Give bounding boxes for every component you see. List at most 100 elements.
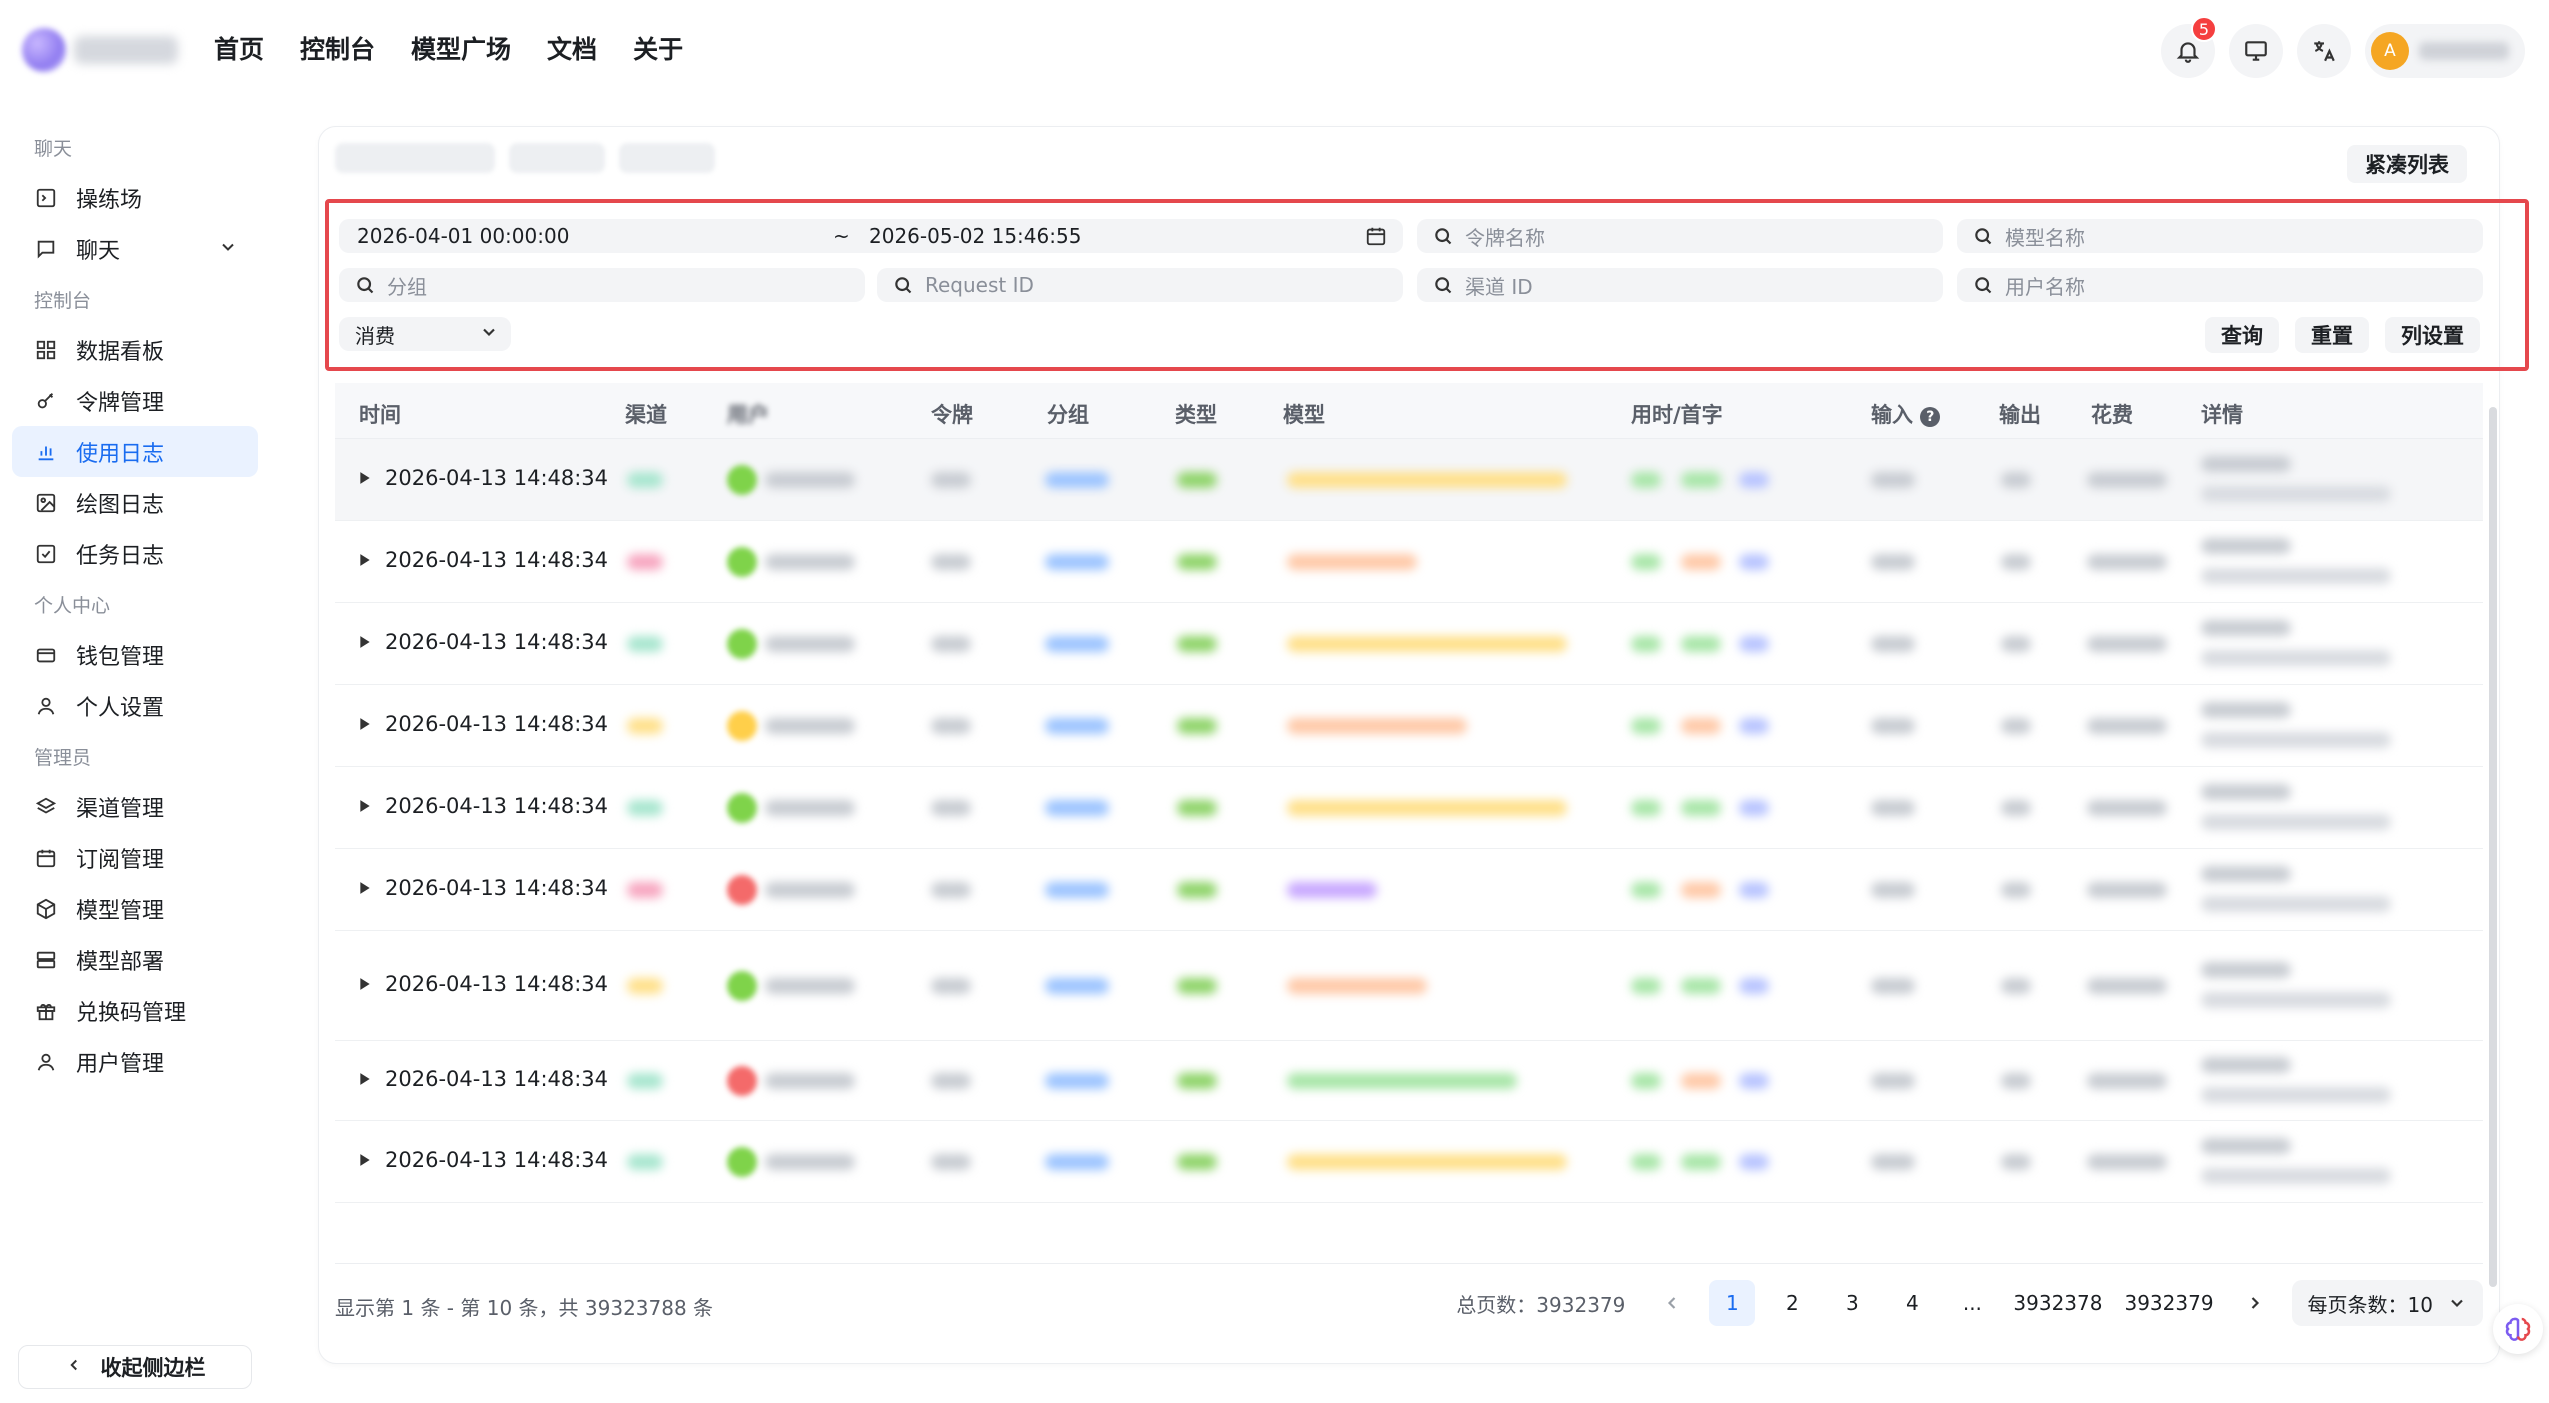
sidebar-item-tokens[interactable]: 令牌管理 [12,375,258,426]
table-row[interactable]: 2026-04-13 14:48:34 [335,767,2483,849]
table-row[interactable]: 2026-04-13 14:48:34 [335,1121,2483,1203]
log-type-select[interactable]: 消费 [339,317,511,351]
date-range-picker[interactable]: 2026-04-01 00:00:00 ~ 2026-05-02 15:46:5… [339,219,1403,253]
sidebar-item-drawing-logs[interactable]: 绘图日志 [12,477,258,528]
help-icon[interactable]: ? [1920,407,1941,427]
table-row[interactable]: 2026-04-13 14:48:34 [335,685,2483,767]
page-ellipsis[interactable]: ... [1949,1280,1995,1326]
channel-id-input[interactable]: 渠道 ID [1417,268,1943,302]
expand-icon[interactable] [359,881,371,895]
col-duration[interactable]: 用时/首字 [1631,399,1723,429]
table-scrollbar[interactable] [2489,407,2497,1287]
query-button[interactable]: 查询 [2205,317,2279,353]
blurred-cell-value [1631,718,1661,734]
calendar-icon[interactable] [1365,225,1387,252]
col-cost[interactable]: 花费 [2091,399,2133,429]
col-group[interactable]: 分组 [1047,399,1089,429]
col-channel[interactable]: 渠道 [625,399,667,429]
group-input[interactable]: 分组 [339,268,865,302]
table-row[interactable]: 2026-04-13 14:48:34 [335,603,2483,685]
blurred-cell-value [931,800,971,816]
user-menu[interactable]: A [2365,24,2525,78]
expand-icon[interactable] [359,1072,371,1086]
stat-tag-blurred [509,143,605,173]
blurred-cell-value [2201,784,2291,800]
table-row[interactable]: 2026-04-13 14:48:34 [335,439,2483,521]
nav-home[interactable]: 首页 [214,30,264,66]
page-2[interactable]: 2 [1769,1280,1815,1326]
col-token[interactable]: 令牌 [931,399,973,429]
page-size-select[interactable]: 每页条数：10 [2291,1280,2483,1326]
sidebar-item-redeem-codes[interactable]: 兑换码管理 [12,985,258,1036]
table-row[interactable]: 2026-04-13 14:48:34 [335,521,2483,603]
page-1[interactable]: 1 [1709,1280,1756,1326]
row-time[interactable]: 2026-04-13 14:48:34 [359,712,608,736]
page-last[interactable]: 3932379 [2120,1280,2217,1326]
request-id-input[interactable]: Request ID [877,268,1403,302]
col-model[interactable]: 模型 [1283,399,1325,429]
sidebar-item-models[interactable]: 模型管理 [12,883,258,934]
row-time[interactable]: 2026-04-13 14:48:34 [359,876,608,900]
expand-icon[interactable] [359,977,371,991]
expand-icon[interactable] [359,1153,371,1167]
expand-icon[interactable] [359,471,371,485]
page-4[interactable]: 4 [1889,1280,1935,1326]
sidebar-section-chat: 聊天 [34,137,73,160]
row-time[interactable]: 2026-04-13 14:48:34 [359,972,608,996]
expand-icon[interactable] [359,799,371,813]
nav-model-square[interactable]: 模型广场 [411,30,511,66]
model-name-input[interactable]: 模型名称 [1957,219,2483,253]
expand-icon[interactable] [359,635,371,649]
sidebar-item-label: 兑换码管理 [76,1000,187,1026]
collapse-sidebar-button[interactable]: 收起侧边栏 [18,1345,252,1389]
username-input[interactable]: 用户名称 [1957,268,2483,302]
row-time[interactable]: 2026-04-13 14:48:34 [359,630,608,654]
nav-docs[interactable]: 文档 [547,30,597,66]
row-time[interactable]: 2026-04-13 14:48:34 [359,548,608,572]
page-3[interactable]: 3 [1829,1280,1875,1326]
expand-icon[interactable] [359,717,371,731]
blurred-cell-value [1631,978,1661,994]
page-second-last[interactable]: 3932378 [2009,1280,2106,1326]
compact-list-toggle[interactable]: 紧凑列表 [2347,145,2467,183]
sidebar-item-channels[interactable]: 渠道管理 [12,781,258,832]
reset-button[interactable]: 重置 [2295,317,2369,353]
blurred-cell-value [1739,978,1769,994]
col-input[interactable]: 输入 ? [1871,399,1941,429]
col-type[interactable]: 类型 [1175,399,1217,429]
sidebar-item-task-logs[interactable]: 任务日志 [12,528,258,579]
row-time[interactable]: 2026-04-13 14:48:34 [359,794,608,818]
nav-console[interactable]: 控制台 [300,30,375,66]
sidebar-item-playground[interactable]: 操练场 [12,172,258,223]
row-time[interactable]: 2026-04-13 14:48:34 [359,1067,608,1091]
expand-icon[interactable] [359,553,371,567]
chevron-down-icon[interactable] [218,237,238,263]
nav-about[interactable]: 关于 [633,30,683,66]
row-time[interactable]: 2026-04-13 14:48:34 [359,466,608,490]
table-row[interactable]: 2026-04-13 14:48:34 [335,849,2483,931]
sidebar-item-model-deploy[interactable]: 模型部署 [12,934,258,985]
col-details[interactable]: 详情 [2201,399,2243,429]
sidebar-item-personal-settings[interactable]: 个人设置 [12,680,258,731]
ai-assistant-button[interactable] [2493,1304,2543,1354]
next-page-button[interactable] [2232,1280,2278,1326]
row-time[interactable]: 2026-04-13 14:48:34 [359,1148,608,1172]
table-row[interactable]: 2026-04-13 14:48:34 [335,1041,2483,1121]
column-settings-button[interactable]: 列设置 [2385,317,2480,353]
sidebar-item-subscriptions[interactable]: 订阅管理 [12,832,258,883]
sidebar-item-dashboard[interactable]: 数据看板 [12,324,258,375]
display-button[interactable] [2229,24,2283,78]
col-time[interactable]: 时间 [359,399,401,429]
sidebar-item-wallet[interactable]: 钱包管理 [12,629,258,680]
app-logo[interactable] [22,28,66,72]
col-user[interactable]: 用户 [727,399,769,429]
notification-button[interactable]: 5 [2161,16,2217,78]
table-row[interactable]: 2026-04-13 14:48:34 [335,931,2483,1041]
prev-page-button[interactable] [1649,1280,1695,1326]
sidebar-item-chat[interactable]: 聊天 [12,223,258,274]
col-output[interactable]: 输出 [1999,399,2041,429]
token-name-input[interactable]: 令牌名称 [1417,219,1943,253]
sidebar-item-usage-logs[interactable]: 使用日志 [12,426,258,477]
language-button[interactable] [2297,24,2351,78]
sidebar-item-users[interactable]: 用户管理 [12,1036,258,1087]
